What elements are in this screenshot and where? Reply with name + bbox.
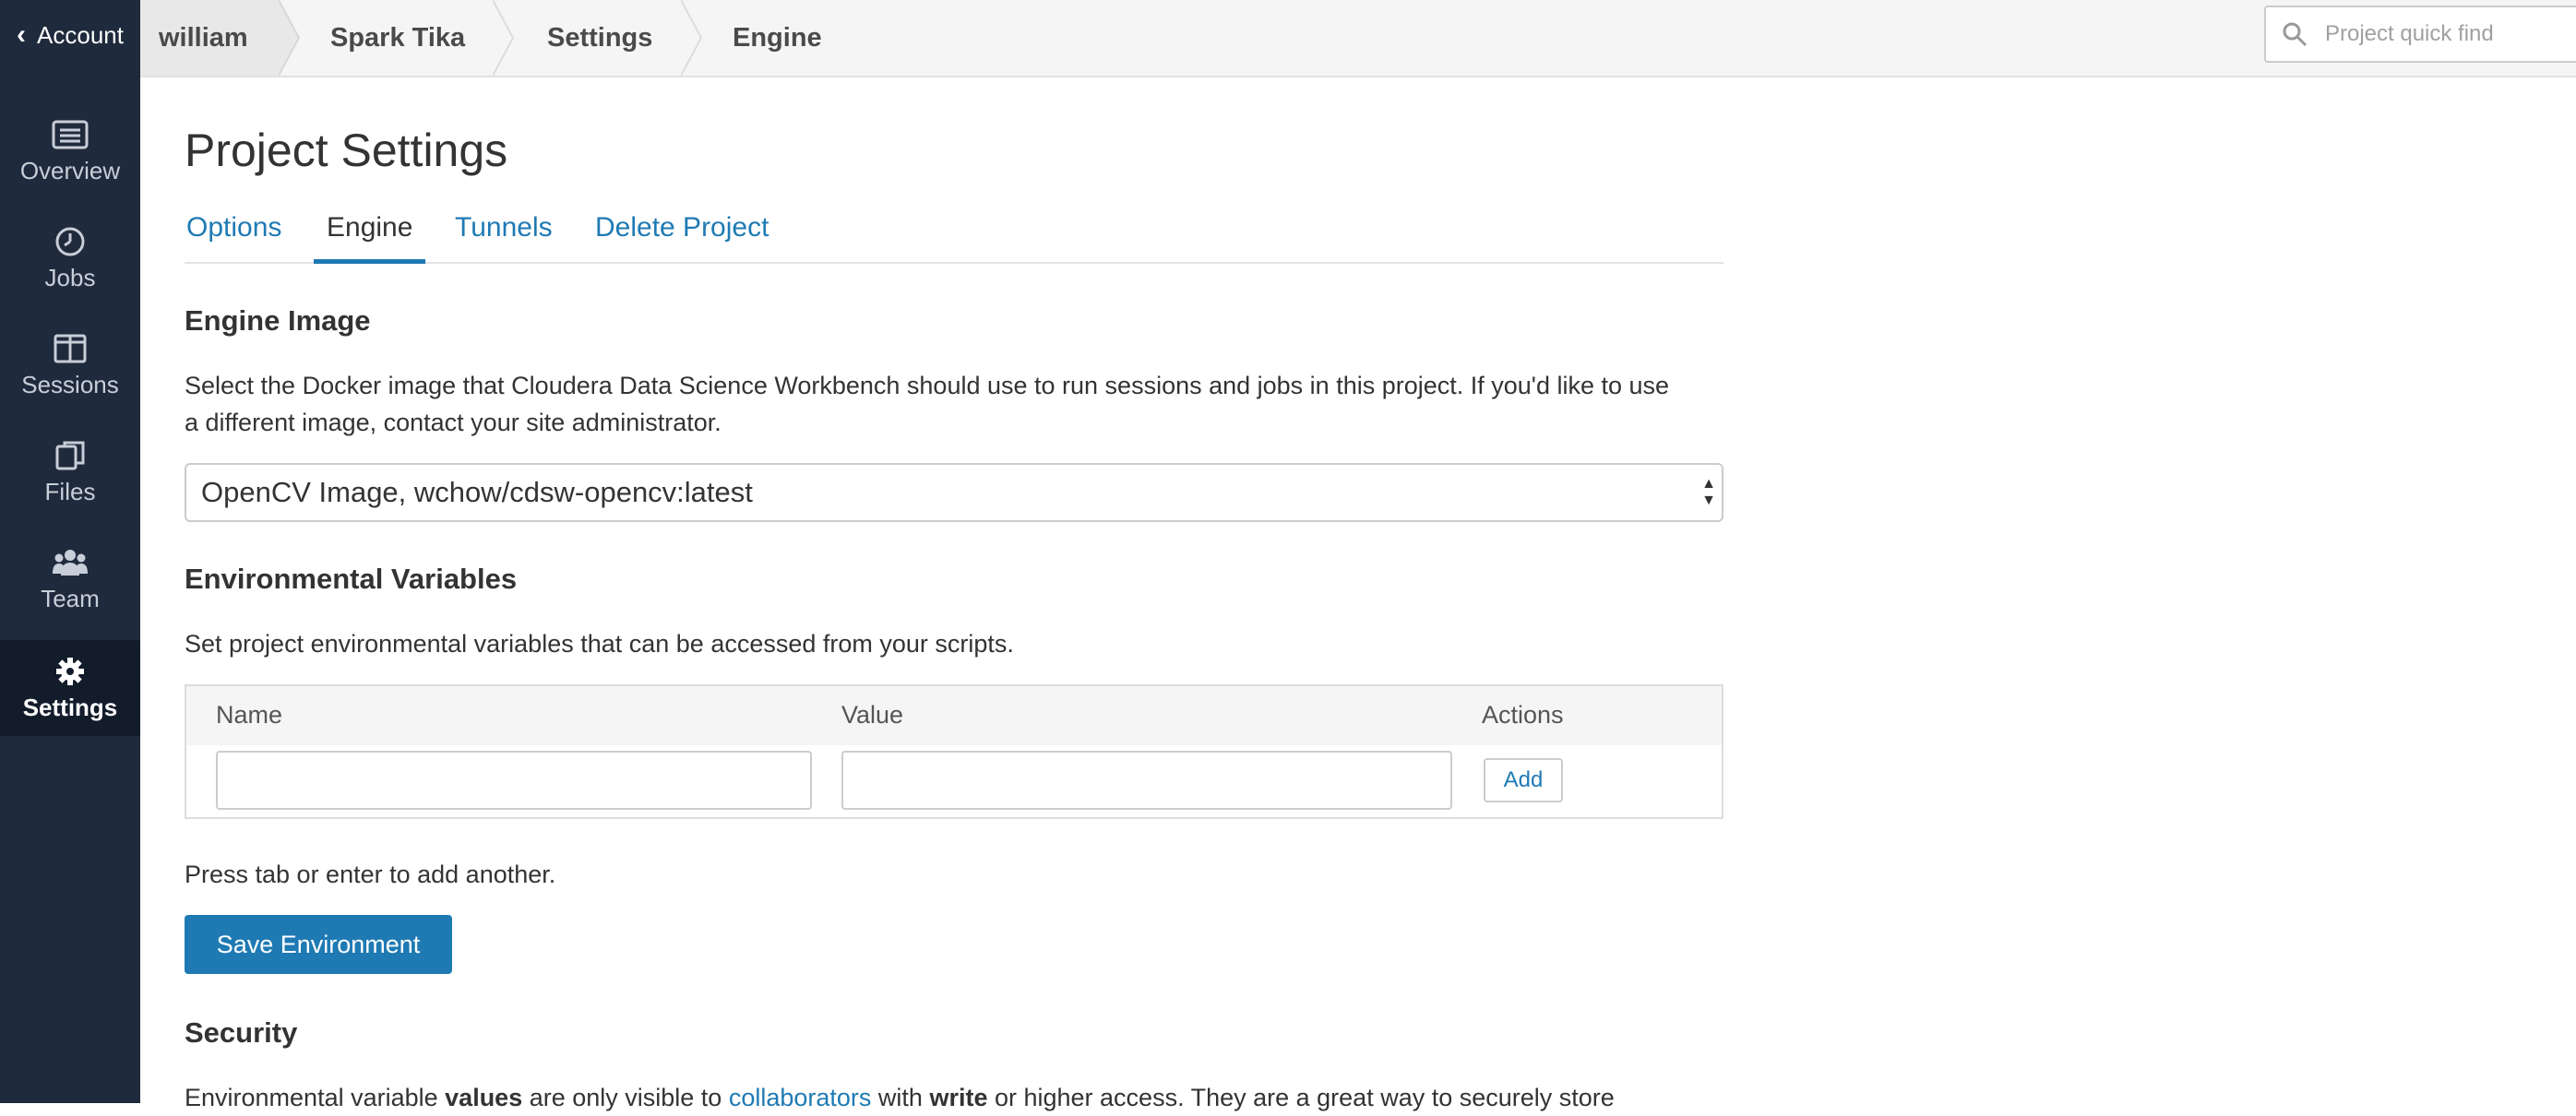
- breadcrumb-separator: [493, 0, 515, 76]
- tab-tunnels[interactable]: Tunnels: [455, 207, 553, 264]
- sidebar-item-team[interactable]: Team: [0, 531, 140, 627]
- sidebar-item-label: Overview: [19, 156, 121, 184]
- breadcrumb-item: Engine: [733, 22, 822, 53]
- engine-image-description: Select the Docker image that Cloudera Da…: [185, 367, 1723, 441]
- engine-image-selected-value: OpenCV Image, wchow/cdsw-opencv:latest: [201, 476, 753, 508]
- project-quick-find[interactable]: [2264, 6, 2576, 63]
- security-text: Environmental variable: [185, 1084, 446, 1111]
- sidebar-item-overview[interactable]: Overview: [0, 103, 140, 199]
- select-arrows-icon: ▲ ▼: [1701, 476, 1716, 508]
- security-text: are only visible to: [522, 1084, 729, 1111]
- sidebar-item-label: Files: [44, 477, 96, 505]
- env-value-input[interactable]: [841, 751, 1452, 810]
- env-vars-hint: Press tab or enter to add another.: [185, 861, 556, 888]
- gear-icon: [56, 657, 84, 685]
- chevron-left-icon: ‹: [17, 19, 27, 50]
- breadcrumb-item[interactable]: Spark Tika: [330, 0, 465, 76]
- security-text-bold: values: [445, 1084, 523, 1111]
- env-name-input[interactable]: [216, 751, 812, 810]
- sidebar: ‹ Account Overview Jobs Sessions Files T…: [0, 0, 140, 1103]
- engine-image-description-line: Select the Docker image that Cloudera Da…: [185, 372, 1670, 399]
- column-header-value: Value: [841, 701, 904, 729]
- sidebar-item-label: Team: [41, 584, 100, 612]
- env-vars-table: Name Value Actions Add: [185, 684, 1723, 819]
- security-text-bold: write: [929, 1084, 988, 1111]
- breadcrumb-item[interactable]: Settings: [547, 0, 652, 76]
- search-input[interactable]: [2325, 21, 2576, 47]
- account-link[interactable]: ‹ Account: [0, 0, 140, 70]
- security-heading: Security: [185, 1016, 298, 1049]
- tab-delete-project[interactable]: Delete Project: [595, 207, 769, 264]
- engine-image-heading: Engine Image: [185, 304, 371, 337]
- breadcrumb-separator: [279, 0, 301, 76]
- env-vars-heading: Environmental Variables: [185, 563, 518, 595]
- sidebar-item-jobs[interactable]: Jobs: [0, 210, 140, 306]
- files-icon: [55, 441, 85, 469]
- sidebar-item-sessions[interactable]: Sessions: [0, 317, 140, 413]
- column-header-name: Name: [216, 701, 283, 729]
- engine-image-select[interactable]: OpenCV Image, wchow/cdsw-opencv:latest ▲…: [185, 463, 1723, 522]
- add-env-var-button[interactable]: Add: [1484, 758, 1563, 802]
- breadcrumb-separator: [681, 0, 703, 76]
- tab-options[interactable]: Options: [186, 207, 281, 264]
- sidebar-item-label: Settings: [22, 693, 118, 721]
- save-environment-button[interactable]: Save Environment: [185, 915, 452, 974]
- security-text: with: [871, 1084, 930, 1111]
- engine-image-description-line: a different image, contact your site adm…: [185, 409, 722, 436]
- collaborators-link[interactable]: collaborators: [729, 1084, 872, 1111]
- account-label: Account: [37, 20, 124, 49]
- top-bar: william Spark Tika Settings Engine +: [140, 0, 2576, 77]
- clock-icon: [55, 227, 85, 255]
- settings-tabs: Options Engine Tunnels Delete Project: [185, 207, 1723, 264]
- sidebar-item-settings[interactable]: Settings: [0, 640, 140, 736]
- page-title: Project Settings: [185, 125, 508, 176]
- sidebar-item-label: Sessions: [21, 370, 119, 398]
- breadcrumb-item[interactable]: william: [140, 0, 279, 76]
- columns-icon: [54, 334, 87, 362]
- tab-engine[interactable]: Engine: [314, 207, 426, 264]
- env-vars-table-header: Name Value Actions: [186, 686, 1722, 745]
- security-description: Environmental variable values are only v…: [185, 1079, 1723, 1116]
- team-icon: [53, 549, 88, 576]
- list-icon: [52, 120, 89, 148]
- env-vars-description: Set project environmental variables that…: [185, 630, 1014, 658]
- search-icon: [2283, 22, 2308, 47]
- sidebar-item-label: Jobs: [44, 263, 96, 291]
- sidebar-item-files[interactable]: Files: [0, 424, 140, 520]
- security-text: or higher access. They are a great way t…: [987, 1084, 1615, 1111]
- column-header-actions: Actions: [1482, 701, 1564, 729]
